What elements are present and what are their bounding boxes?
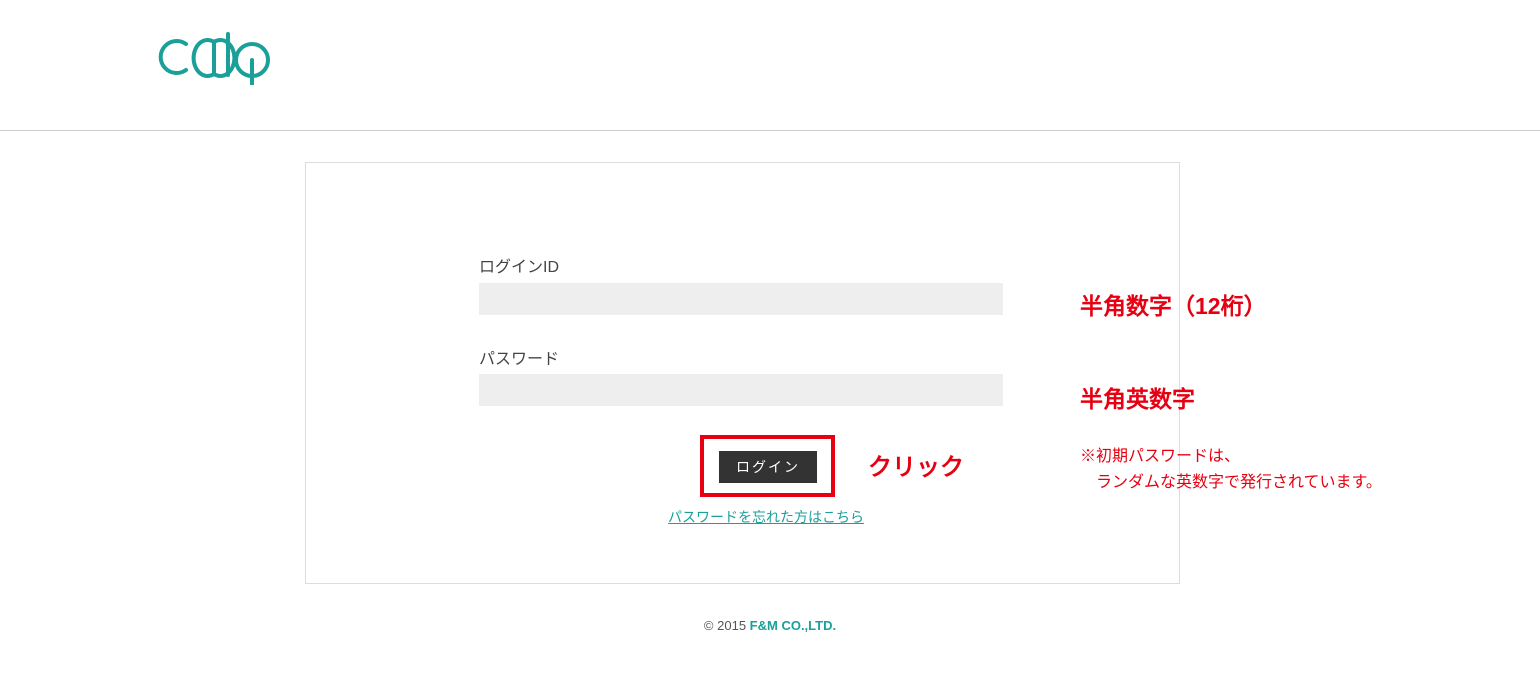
login-card: ログインID パスワード ログイン パスワードを忘れた方はこちら [305, 162, 1180, 584]
footer-copyright: © 2015 F&M CO.,LTD. [0, 618, 1540, 633]
password-input[interactable] [479, 374, 1003, 406]
copyright-symbol: © [704, 618, 714, 633]
login-id-input[interactable] [479, 283, 1003, 315]
annotation-password-note-2: ランダムな英数字で発行されています。 [1096, 468, 1382, 492]
annotation-password-note-1: ※初期パスワードは、 [1080, 442, 1240, 466]
forgot-password-link[interactable]: パスワードを忘れた方はこちら [626, 507, 906, 527]
login-id-label: ログインID [479, 253, 559, 277]
annotation-click: クリック [868, 447, 964, 482]
company-name: F&M CO.,LTD. [750, 618, 836, 633]
annotation-password-hint: 半角英数字 [1080, 380, 1195, 414]
copyright-year: 2015 [717, 618, 746, 633]
login-button[interactable]: ログイン [719, 451, 817, 483]
header [0, 0, 1540, 131]
annotation-id-hint: 半角数字（12桁） [1080, 287, 1267, 321]
calq-logo-icon [156, 30, 271, 85]
password-label: パスワード [479, 345, 559, 369]
